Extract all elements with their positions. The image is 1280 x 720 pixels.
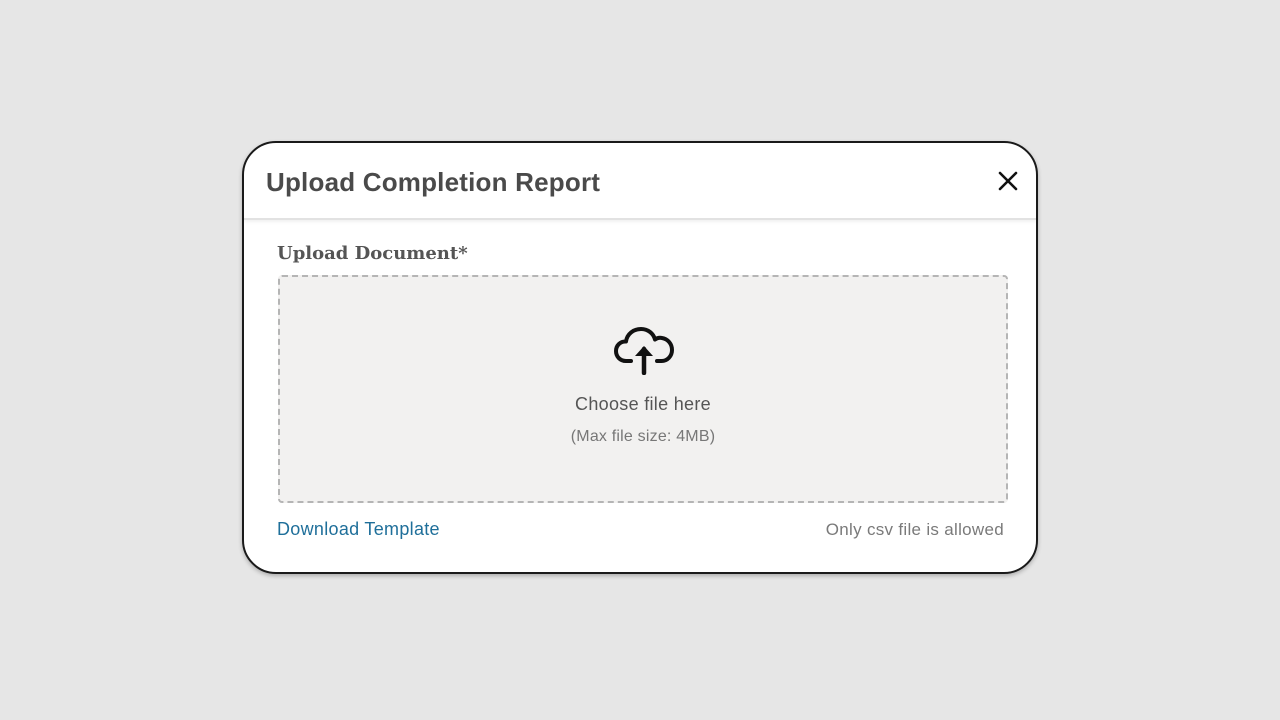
file-dropzone[interactable]: Choose file here (Max file size: 4MB) xyxy=(278,275,1008,503)
max-file-size-text: (Max file size: 4MB) xyxy=(570,428,716,445)
close-button[interactable] xyxy=(996,169,1020,193)
upload-modal: Upload Completion Report Upload Document… xyxy=(242,141,1038,574)
modal-header: Upload Completion Report xyxy=(244,143,1036,220)
cloud-upload-icon xyxy=(614,327,674,375)
download-template-link[interactable]: Download Template xyxy=(277,519,440,540)
allowed-file-type-text: Only csv file is allowed xyxy=(825,520,1004,539)
close-icon xyxy=(998,171,1018,191)
modal-title: Upload Completion Report xyxy=(266,167,601,197)
upload-document-label: Upload Document* xyxy=(277,243,468,264)
choose-file-text: Choose file here xyxy=(575,394,711,414)
